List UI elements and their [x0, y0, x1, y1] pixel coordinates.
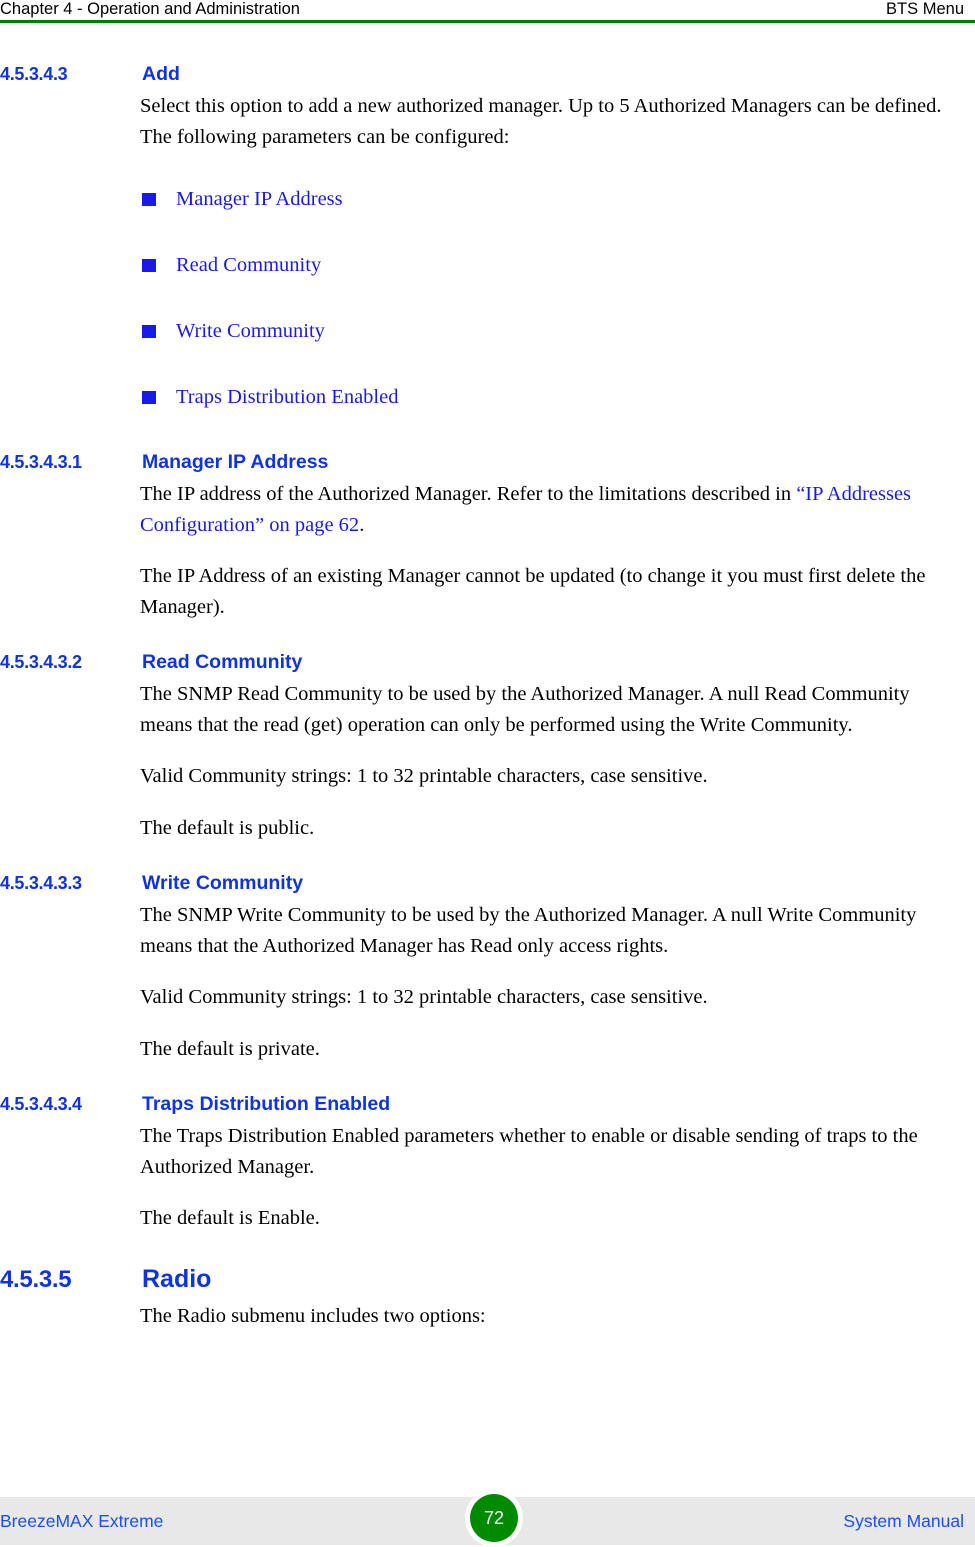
square-bullet-icon — [142, 391, 156, 404]
heading-number-radio: 4.5.3.5 — [0, 1265, 72, 1293]
paragraph-read-community-2: Valid Community strings: 1 to 32 printab… — [140, 765, 708, 787]
paragraph-read-community-1: The SNMP Read Community to be used by th… — [140, 683, 910, 736]
paragraph-radio-1: The Radio submenu includes two options: — [140, 1304, 486, 1327]
list-item[interactable]: Write Community — [142, 318, 964, 344]
heading-title-read-community: Read Community — [142, 651, 303, 673]
paragraph-text-lead: The IP address of the Authorized Manager… — [140, 483, 797, 505]
heading-radio: 4.5.3.5 Radio — [0, 1264, 975, 1295]
heading-traps-distribution-enabled: 4.5.3.4.3.4 Traps Distribution Enabled — [0, 1092, 975, 1116]
heading-title-manager-ip-address: Manager IP Address — [142, 451, 329, 473]
heading-read-community: 4.5.3.4.3.2 Read Community — [0, 650, 975, 674]
running-header: Chapter 4 - Operation and Administration… — [0, 0, 975, 20]
page-number-badge: 72 — [465, 1489, 523, 1547]
document-page: Chapter 4 - Operation and Administration… — [0, 0, 975, 1547]
heading-number-read-community: 4.5.3.4.3.2 — [0, 652, 82, 672]
list-item-label: Manager IP Address — [176, 188, 343, 210]
paragraph-write-community-3: The default is private. — [140, 1037, 320, 1060]
square-bullet-icon — [142, 325, 156, 338]
heading-number-traps-distribution-enabled: 4.5.3.4.3.4 — [0, 1094, 82, 1114]
paragraph-read-community-3: The default is public. — [140, 816, 315, 839]
list-item[interactable]: Read Community — [142, 252, 964, 278]
paragraph-manager-ip-1: The IP address of the Authorized Manager… — [140, 479, 964, 540]
paragraph-manager-ip-2: The IP Address of an existing Manager ca… — [140, 565, 926, 618]
paragraph-traps-1: The Traps Distribution Enabled parameter… — [140, 1125, 918, 1178]
add-parameters-list: Manager IP Address Read Community Write … — [142, 186, 964, 410]
header-divider-rule — [0, 20, 975, 23]
header-section-title: BTS Menu — [886, 0, 964, 18]
paragraph-write-community-2: Valid Community strings: 1 to 32 printab… — [140, 986, 708, 1008]
heading-title-traps-distribution-enabled: Traps Distribution Enabled — [142, 1093, 391, 1115]
heading-title-add: Add — [142, 63, 180, 85]
heading-manager-ip-address: 4.5.3.4.3.1 Manager IP Address — [0, 450, 975, 474]
list-item[interactable]: Traps Distribution Enabled — [142, 384, 964, 410]
list-item-label: Read Community — [176, 254, 322, 276]
list-item[interactable]: Manager IP Address — [142, 186, 964, 212]
list-item-label: Write Community — [176, 320, 325, 342]
square-bullet-icon — [142, 193, 156, 206]
footer-product-name: BreezeMAX Extreme — [0, 1510, 164, 1531]
heading-number-write-community: 4.5.3.4.3.3 — [0, 873, 82, 893]
heading-number-add: 4.5.3.4.3 — [0, 64, 68, 84]
footer-document-type: System Manual — [843, 1510, 964, 1531]
heading-title-write-community: Write Community — [142, 872, 304, 894]
paragraph-write-community-1: The SNMP Write Community to be used by t… — [140, 904, 917, 957]
page-content: 4.5.3.4.3 Add Select this option to add … — [0, 62, 975, 1331]
paragraph-traps-2: The default is Enable. — [140, 1207, 320, 1229]
heading-write-community: 4.5.3.4.3.3 Write Community — [0, 871, 975, 895]
list-item-label: Traps Distribution Enabled — [176, 386, 399, 408]
paragraph-add-intro: Select this option to add a new authoriz… — [140, 95, 942, 148]
square-bullet-icon — [142, 259, 156, 272]
heading-number-manager-ip-address: 4.5.3.4.3.1 — [0, 452, 82, 472]
heading-add: 4.5.3.4.3 Add — [0, 62, 975, 86]
page-number-value: 72 — [470, 1494, 518, 1542]
paragraph-text-tail: . — [359, 513, 365, 536]
heading-title-radio: Radio — [142, 1264, 212, 1293]
header-chapter-title: Chapter 4 - Operation and Administration — [0, 0, 300, 18]
